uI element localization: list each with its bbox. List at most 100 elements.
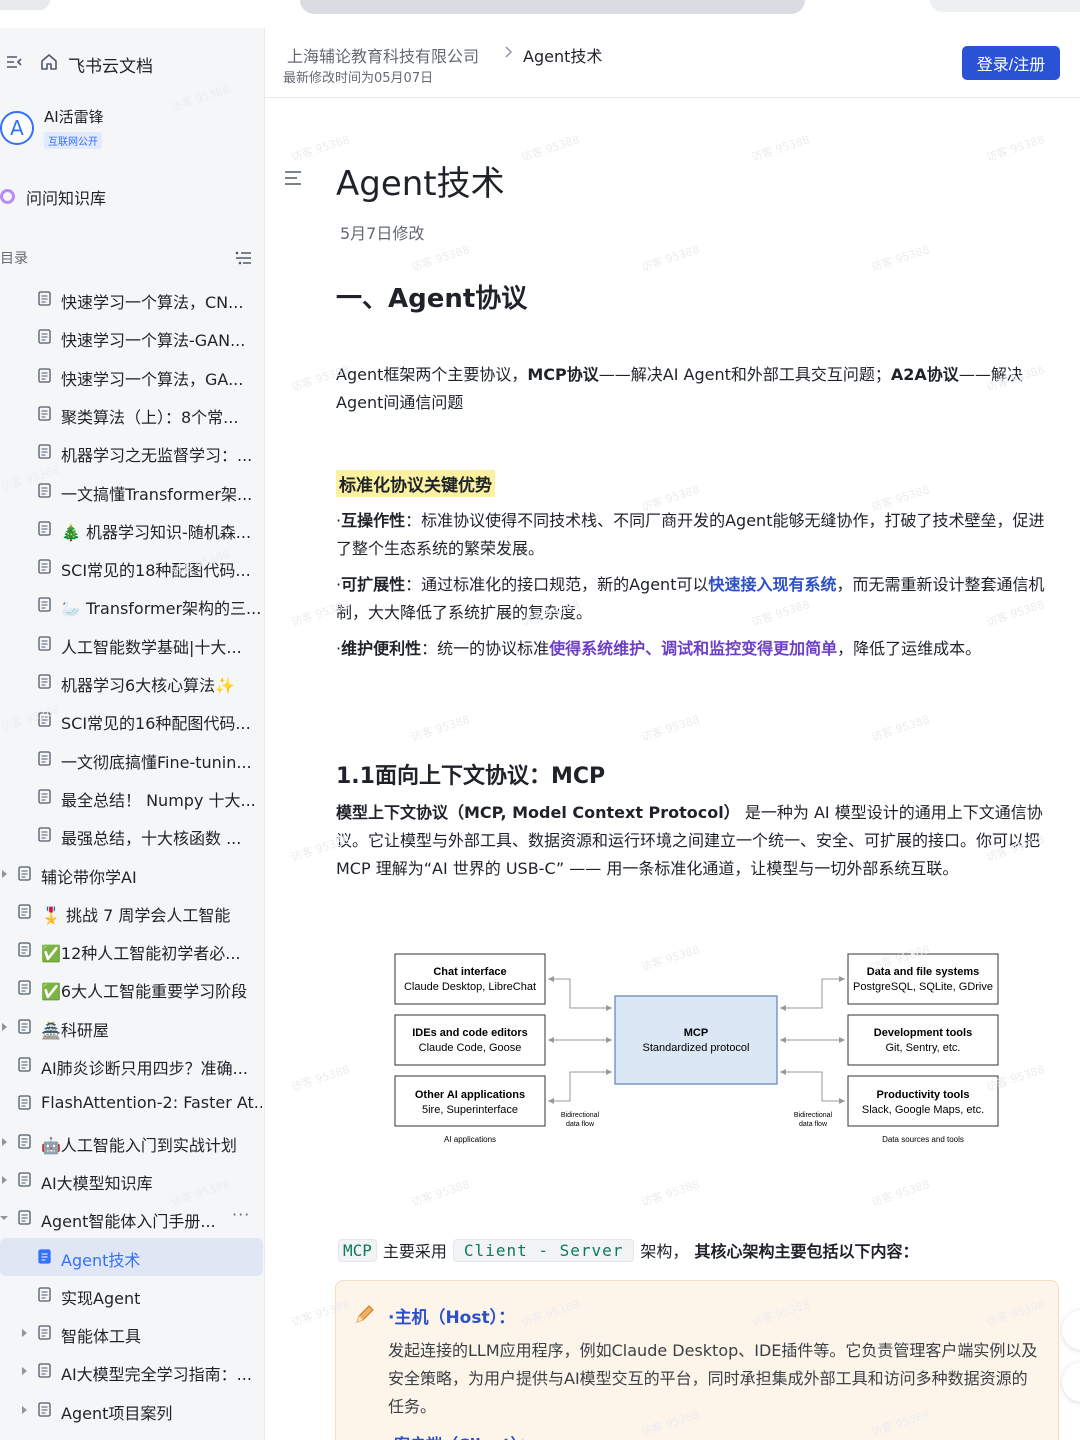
space-avatar: A xyxy=(0,111,34,145)
sidebar-item[interactable]: 辅论带你学AI xyxy=(0,855,264,893)
document-icon xyxy=(38,674,51,689)
watermark: 访客 95388 xyxy=(639,1177,702,1210)
sidebar-item[interactable]: AI肺炎诊断只用四步？准确... xyxy=(0,1046,264,1084)
sidebar-item[interactable]: AI大模型完全学习指南：... xyxy=(0,1352,264,1390)
sidebar-item-label: 快速学习一个算法-GAN... xyxy=(61,331,246,351)
document-icon xyxy=(38,329,51,344)
brand-title[interactable]: 飞书云文档 xyxy=(68,52,153,77)
sidebar-item[interactable]: 人工智能数学基础|十大... xyxy=(0,625,264,663)
watermark: 访客 95388 xyxy=(869,1177,932,1210)
floating-button[interactable] xyxy=(1062,1310,1080,1350)
sidebar-item[interactable]: 快速学习一个算法，CN... xyxy=(0,280,264,318)
more-options-icon[interactable]: ··· xyxy=(232,1205,250,1224)
sidebar-item[interactable]: 机器学习6大核心算法✨ xyxy=(0,663,264,701)
chevron-right-icon[interactable] xyxy=(20,1366,28,1376)
watermark: 访客 95388 xyxy=(519,132,582,165)
chevron-right-icon[interactable] xyxy=(0,1022,8,1032)
chevron-right-icon[interactable] xyxy=(0,1175,8,1185)
login-register-button[interactable]: 登录/注册 xyxy=(962,46,1060,80)
space-info[interactable]: A AI活雷锋 互联网公开 xyxy=(0,106,264,166)
watermark: 访客 95388 xyxy=(289,1062,352,1095)
document-icon xyxy=(38,482,51,498)
sidebar-item[interactable]: Agent智能体入门手册... ··· xyxy=(0,1199,264,1237)
breadcrumb-parent[interactable]: 上海辅论教育科技有限公司 xyxy=(287,43,479,67)
public-badge: 互联网公开 xyxy=(44,132,102,149)
toc-list-icon[interactable] xyxy=(235,250,252,266)
knowledge-base-label: 问问知识库 xyxy=(26,189,107,208)
diagram-caption: Data sources and tools xyxy=(882,1135,964,1144)
sidebar-item[interactable]: 🏯科研屋 xyxy=(0,1008,264,1046)
sidebar-item[interactable]: 智能体工具 xyxy=(0,1314,264,1352)
sidebar-item[interactable]: 一文搞懂Transformer架... xyxy=(0,472,264,510)
sidebar-item[interactable]: ✅6大人工智能重要学习阶段 xyxy=(0,969,264,1007)
sidebar-item[interactable]: SCI常见的18种配图代码... xyxy=(0,548,264,586)
sidebar-item[interactable]: 快速学习一个算法，GA... xyxy=(0,357,264,395)
sidebar-item-label: AI大模型知识库 xyxy=(41,1173,153,1193)
sidebar-item[interactable]: 快速学习一个算法-GAN... xyxy=(0,318,264,356)
document-icon xyxy=(18,1210,31,1225)
collapse-icon[interactable] xyxy=(6,54,22,70)
sidebar-header: 飞书云文档 xyxy=(0,48,264,78)
host-callout: ·主机（Host）： 发起连接的LLM应用程序，例如Claude Desktop… xyxy=(335,1280,1059,1440)
arch-text-2: 架构， xyxy=(640,1242,689,1261)
sidebar-item-active[interactable]: Agent技术 xyxy=(0,1237,263,1276)
sidebar-item-label: 聚类算法（上）：8个常... xyxy=(61,407,239,427)
document-icon xyxy=(38,406,51,421)
sidebar-item[interactable]: 最强总结，十大核函数 ... xyxy=(0,816,264,854)
document-icon xyxy=(18,1057,31,1072)
interop-text: ：标准协议使得不同技术栈、不同厂商开发的Agent能够无缝协作，打破了技术壁垒，… xyxy=(336,511,1045,558)
heading-agent-protocol: 一、Agent协议 xyxy=(336,284,528,314)
document-icon xyxy=(38,636,51,651)
chevron-right-icon[interactable] xyxy=(20,1405,28,1415)
diagram-label: Productivity tools xyxy=(877,1089,970,1101)
sidebar-item[interactable]: ✅12种人工智能初学者必... xyxy=(0,931,264,969)
chevron-right-icon[interactable] xyxy=(0,869,8,879)
sidebar-item-label: 🤖人工智能入门到实战计划 xyxy=(41,1135,237,1155)
sidebar-item[interactable]: 聚类算法（上）：8个常... xyxy=(0,395,264,433)
breadcrumb-current[interactable]: Agent技术 xyxy=(523,43,602,67)
sidebar-item[interactable]: 🤖人工智能入门到实战计划 xyxy=(0,1123,264,1161)
scal-text-1: ：通过标准化的接口规范，新的Agent可以 xyxy=(405,575,709,594)
document-icon xyxy=(38,291,51,306)
sidebar-item[interactable]: 最全总结！ Numpy 十大... xyxy=(0,778,264,816)
document-icon xyxy=(18,865,31,881)
sidebar-item-label: 🎖️ 挑战 7 周学会人工智能 xyxy=(41,905,231,925)
sidebar-item[interactable]: 实现Agent xyxy=(0,1276,264,1314)
sidebar-item-label: 人工智能数学基础|十大... xyxy=(61,637,242,657)
diagram-label: Claude Code, Goose xyxy=(419,1042,522,1054)
pen-icon xyxy=(356,1305,374,1323)
document-icon xyxy=(38,750,51,766)
chevron-down-icon[interactable] xyxy=(0,1213,8,1223)
sidebar-item-label: 🦢 Transformer架构的三... xyxy=(61,599,262,619)
sidebar-item-label: 一文搞懂Transformer架... xyxy=(61,484,253,504)
sidebar-item[interactable]: 🦢 Transformer架构的三... xyxy=(0,586,264,624)
document-icon xyxy=(38,789,51,804)
mcp-paragraph: 模型上下文协议（MCP, Model Context Protocol） 是一种… xyxy=(336,799,1056,883)
sidebar-item[interactable]: AI大模型知识库 xyxy=(0,1161,264,1199)
sidebar-item-label: 最强总结，十大核函数 ... xyxy=(61,829,242,849)
sidebar-item[interactable]: FlashAttention-2: Faster At... xyxy=(0,1084,264,1122)
watermark: 访客 95388 xyxy=(869,712,932,745)
sidebar-item[interactable]: 机器学习之无监督学习：... xyxy=(0,433,264,471)
sidebar-item[interactable]: Agent项目案列 xyxy=(0,1391,264,1429)
diagram-caption: AI applications xyxy=(444,1135,496,1144)
diagram-label: Development tools xyxy=(874,1027,972,1039)
diagram-connectors-left xyxy=(548,978,612,1102)
menu-icon[interactable] xyxy=(284,170,302,186)
document-icon xyxy=(38,712,51,727)
sidebar-item[interactable]: 🎖️ 挑战 7 周学会人工智能 xyxy=(0,893,264,931)
floating-button[interactable] xyxy=(1062,1362,1080,1402)
doc-header: 上海辅论教育科技有限公司 Agent技术 最新修改时间为05月07日 登录/注册 xyxy=(265,28,1080,98)
sidebar-item[interactable]: 一文彻底搞懂Fine-tunin... xyxy=(0,740,264,778)
home-icon[interactable] xyxy=(40,53,58,71)
chevron-right-icon[interactable] xyxy=(0,1137,8,1147)
diagram-label: Standardized protocol xyxy=(642,1042,749,1054)
sidebar-item[interactable]: SCI常见的16种配图代码... xyxy=(0,701,264,739)
sidebar-item[interactable]: 🎄 机器学习知识-随机森... xyxy=(0,510,264,548)
sidebar-item-label: 🏯科研屋 xyxy=(41,1020,109,1040)
chevron-right-icon[interactable] xyxy=(20,1328,28,1338)
knowledge-base-icon xyxy=(0,189,15,204)
sidebar-item-label: 快速学习一个算法，GA... xyxy=(61,369,244,389)
intro-text-1: Agent框架两个主要协议， xyxy=(336,365,528,384)
diagram-center-box: MCP Standardized protocol xyxy=(614,995,778,1085)
